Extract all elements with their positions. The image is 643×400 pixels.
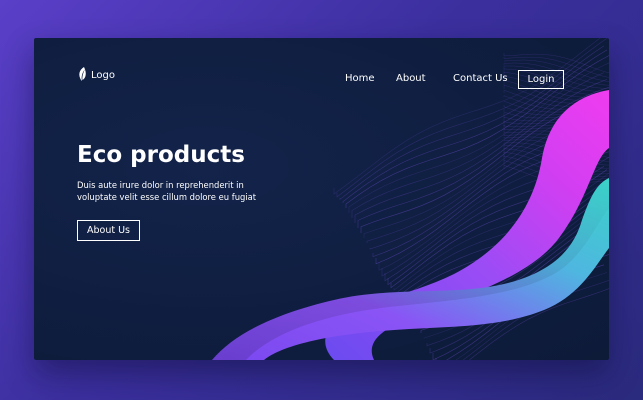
- hero-description: Duis aute irure dolor in reprehenderit i…: [77, 179, 277, 203]
- nav-contact-link[interactable]: Contact Us: [453, 73, 508, 84]
- nav-about-link[interactable]: About: [396, 73, 426, 84]
- login-button[interactable]: Login: [518, 70, 564, 89]
- hero-description-line: Duis aute irure dolor in reprehenderit i…: [77, 180, 244, 190]
- hero-description-line: voluptate velit esse cillum dolore eu fu…: [77, 192, 257, 202]
- hero-title: Eco products: [77, 142, 245, 168]
- about-us-button[interactable]: About Us: [77, 220, 140, 241]
- nav-home-link[interactable]: Home: [345, 73, 375, 84]
- landing-page-card: Logo Home About Contact Us Login Eco pro…: [34, 38, 609, 360]
